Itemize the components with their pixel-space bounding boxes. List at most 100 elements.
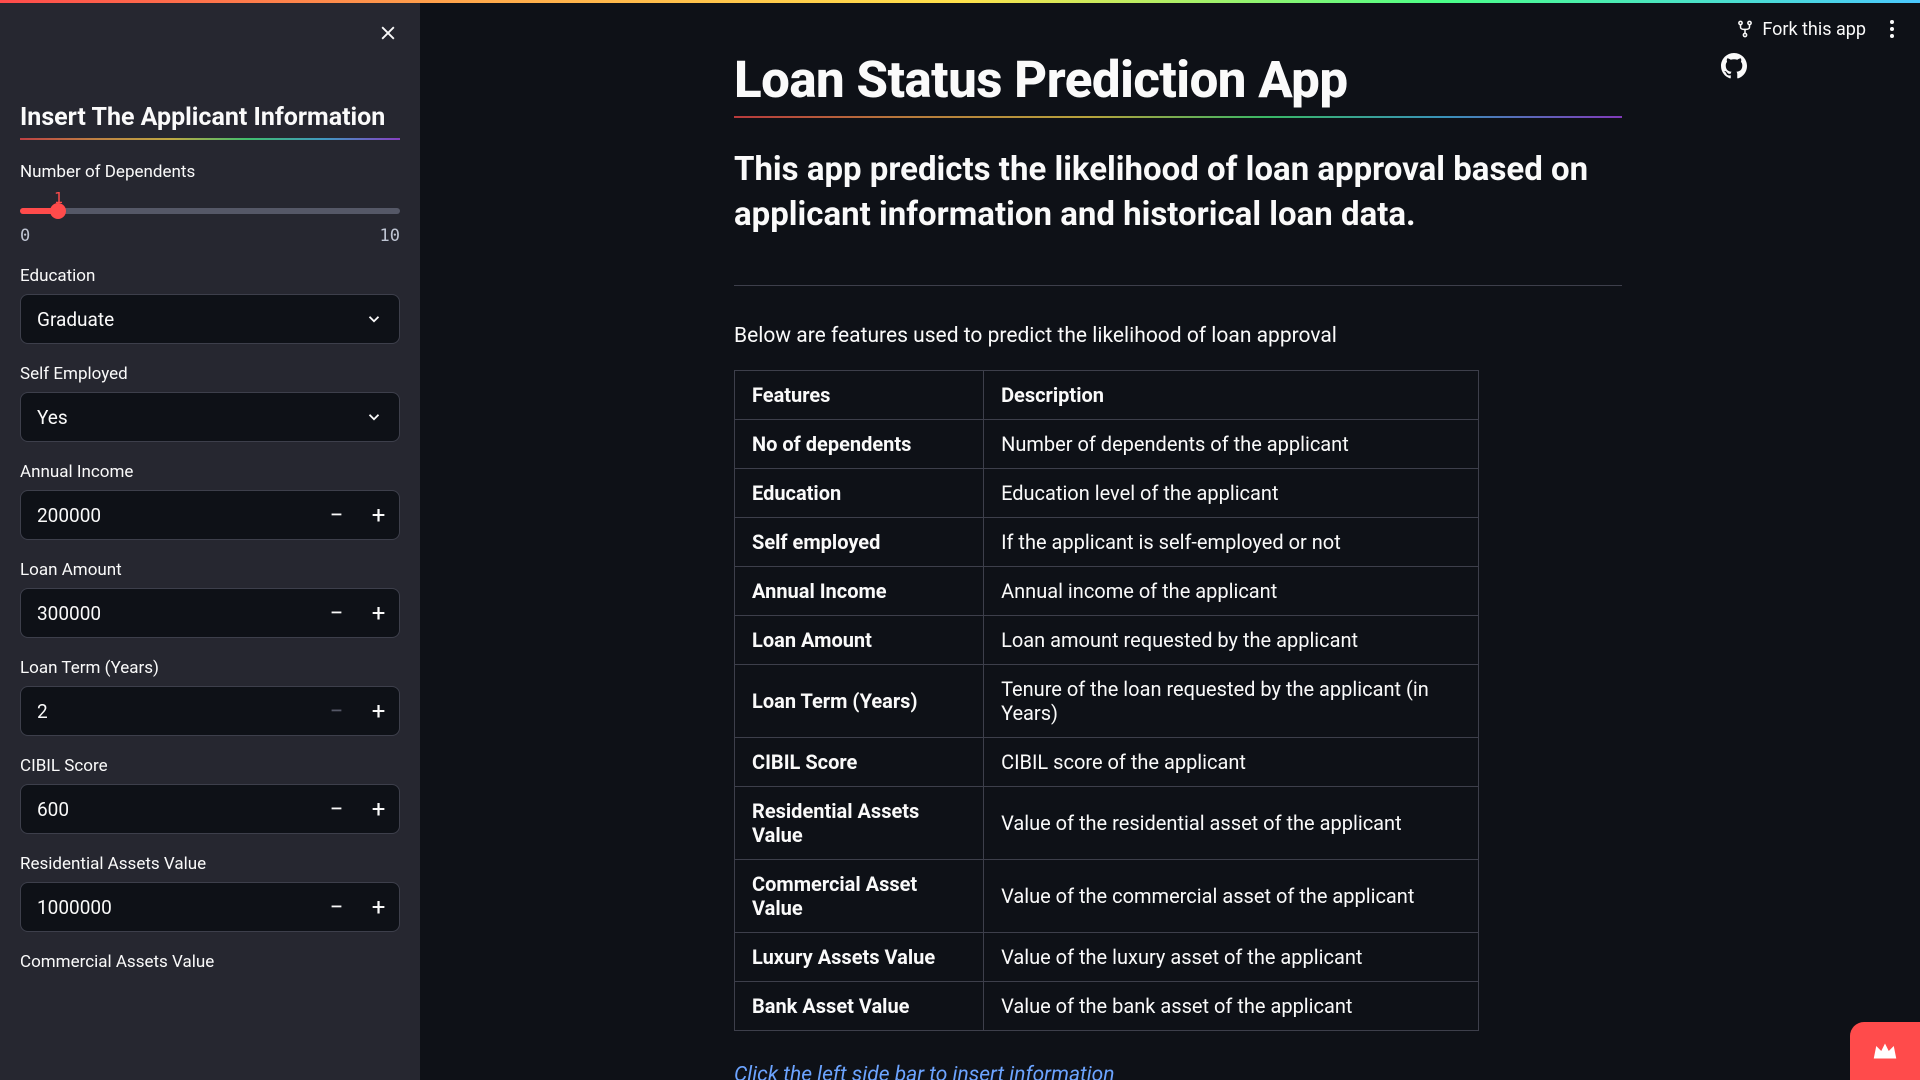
- page-title: Loan Status Prediction App: [734, 51, 1622, 110]
- feature-name: Annual Income: [735, 567, 984, 616]
- streamlit-badge[interactable]: [1850, 1022, 1920, 1080]
- feature-name: Luxury Assets Value: [735, 933, 984, 982]
- feature-name: Residential Assets Value: [735, 787, 984, 860]
- feature-description: Value of the luxury asset of the applica…: [984, 933, 1479, 982]
- feature-description: Annual income of the applicant: [984, 567, 1479, 616]
- loan-amount-stepper[interactable]: 300000 − +: [20, 588, 400, 638]
- annual-income-stepper[interactable]: 200000 − +: [20, 490, 400, 540]
- education-value: Graduate: [37, 308, 114, 331]
- page-subtitle: This app predicts the likelihood of loan…: [734, 148, 1622, 237]
- residential-assets-value[interactable]: 1000000: [21, 896, 315, 919]
- sidebar: Insert The Applicant Information Number …: [0, 3, 420, 1080]
- decrement-button[interactable]: −: [315, 883, 357, 931]
- slider-max: 10: [380, 226, 400, 246]
- increment-button[interactable]: +: [357, 883, 399, 931]
- loan-term-stepper[interactable]: 2 − +: [20, 686, 400, 736]
- loan-amount-value[interactable]: 300000: [21, 602, 315, 625]
- loan-term-label: Loan Term (Years): [20, 658, 400, 678]
- chevron-down-icon: [365, 310, 383, 328]
- feature-name: Self employed: [735, 518, 984, 567]
- kebab-dot-icon: [1890, 34, 1894, 38]
- education-label: Education: [20, 266, 400, 286]
- decrement-button: −: [315, 687, 357, 735]
- table-row: CIBIL ScoreCIBIL score of the applicant: [735, 738, 1479, 787]
- table-row: Luxury Assets ValueValue of the luxury a…: [735, 933, 1479, 982]
- feature-description: Value of the commercial asset of the app…: [984, 860, 1479, 933]
- fork-icon: [1736, 20, 1754, 38]
- feature-name: No of dependents: [735, 420, 984, 469]
- fork-app-link[interactable]: Fork this app: [1736, 19, 1866, 40]
- field-annual-income: Annual Income 200000 − +: [20, 462, 400, 540]
- feature-description: Tenure of the loan requested by the appl…: [984, 665, 1479, 738]
- increment-button[interactable]: +: [357, 785, 399, 833]
- decrement-button[interactable]: −: [315, 491, 357, 539]
- loan-amount-label: Loan Amount: [20, 560, 400, 580]
- education-select[interactable]: Graduate: [20, 294, 400, 344]
- feature-description: CIBIL score of the applicant: [984, 738, 1479, 787]
- table-header-description: Description: [984, 371, 1479, 420]
- feature-description: Value of the bank asset of the applicant: [984, 982, 1479, 1031]
- field-dependents: Number of Dependents 1 0 10: [20, 162, 400, 246]
- table-row: Loan Term (Years)Tenure of the loan requ…: [735, 665, 1479, 738]
- field-cibil: CIBIL Score 600 − +: [20, 756, 400, 834]
- decrement-button[interactable]: −: [315, 589, 357, 637]
- residential-assets-stepper[interactable]: 1000000 − +: [20, 882, 400, 932]
- increment-button[interactable]: +: [357, 589, 399, 637]
- kebab-dot-icon: [1890, 27, 1894, 31]
- increment-button[interactable]: +: [357, 491, 399, 539]
- table-row: EducationEducation level of the applican…: [735, 469, 1479, 518]
- divider-rainbow: [734, 116, 1622, 118]
- feature-description: Loan amount requested by the applicant: [984, 616, 1479, 665]
- table-row: Residential Assets ValueValue of the res…: [735, 787, 1479, 860]
- table-row: Loan AmountLoan amount requested by the …: [735, 616, 1479, 665]
- feature-description: If the applicant is self-employed or not: [984, 518, 1479, 567]
- feature-name: Bank Asset Value: [735, 982, 984, 1031]
- dependents-label: Number of Dependents: [20, 162, 400, 182]
- cibil-value[interactable]: 600: [21, 798, 315, 821]
- feature-name: Loan Term (Years): [735, 665, 984, 738]
- close-icon: [378, 23, 398, 43]
- increment-button[interactable]: +: [357, 687, 399, 735]
- menu-button[interactable]: [1884, 14, 1900, 44]
- cibil-label: CIBIL Score: [20, 756, 400, 776]
- table-row: Bank Asset ValueValue of the bank asset …: [735, 982, 1479, 1031]
- sidebar-title: Insert The Applicant Information: [20, 103, 400, 138]
- feature-name: Education: [735, 469, 984, 518]
- close-sidebar-button[interactable]: [374, 19, 402, 47]
- table-row: Annual IncomeAnnual income of the applic…: [735, 567, 1479, 616]
- features-table: Features Description No of dependentsNum…: [734, 370, 1479, 1031]
- field-residential-assets: Residential Assets Value 1000000 − +: [20, 854, 400, 932]
- feature-description: Value of the residential asset of the ap…: [984, 787, 1479, 860]
- kebab-dot-icon: [1890, 20, 1894, 24]
- cibil-stepper[interactable]: 600 − +: [20, 784, 400, 834]
- divider-rainbow: [20, 138, 400, 140]
- main-content: Loan Status Prediction App This app pred…: [420, 3, 1920, 1080]
- intro-text: Below are features used to predict the l…: [734, 324, 1622, 348]
- self-employed-select[interactable]: Yes: [20, 392, 400, 442]
- table-header-features: Features: [735, 371, 984, 420]
- self-employed-label: Self Employed: [20, 364, 400, 384]
- header-actions: Fork this app: [1736, 14, 1900, 44]
- fork-app-label: Fork this app: [1762, 19, 1866, 40]
- slider-track: [20, 208, 400, 214]
- feature-name: Loan Amount: [735, 616, 984, 665]
- field-loan-term: Loan Term (Years) 2 − +: [20, 658, 400, 736]
- self-employed-value: Yes: [37, 406, 68, 429]
- table-row: Self employedIf the applicant is self-em…: [735, 518, 1479, 567]
- feature-name: Commercial Asset Value: [735, 860, 984, 933]
- table-row: Commercial Asset ValueValue of the comme…: [735, 860, 1479, 933]
- commercial-assets-label: Commercial Assets Value: [20, 952, 400, 972]
- slider-min: 0: [20, 226, 30, 246]
- dependents-slider[interactable]: 1 0 10: [20, 190, 400, 246]
- divider: [734, 285, 1622, 286]
- feature-description: Education level of the applicant: [984, 469, 1479, 518]
- decrement-button[interactable]: −: [315, 785, 357, 833]
- chevron-down-icon: [365, 408, 383, 426]
- field-loan-amount: Loan Amount 300000 − +: [20, 560, 400, 638]
- residential-assets-label: Residential Assets Value: [20, 854, 400, 874]
- field-education: Education Graduate: [20, 266, 400, 344]
- loan-term-value[interactable]: 2: [21, 700, 315, 723]
- slider-thumb[interactable]: [50, 203, 66, 219]
- annual-income-value[interactable]: 200000: [21, 504, 315, 527]
- feature-name: CIBIL Score: [735, 738, 984, 787]
